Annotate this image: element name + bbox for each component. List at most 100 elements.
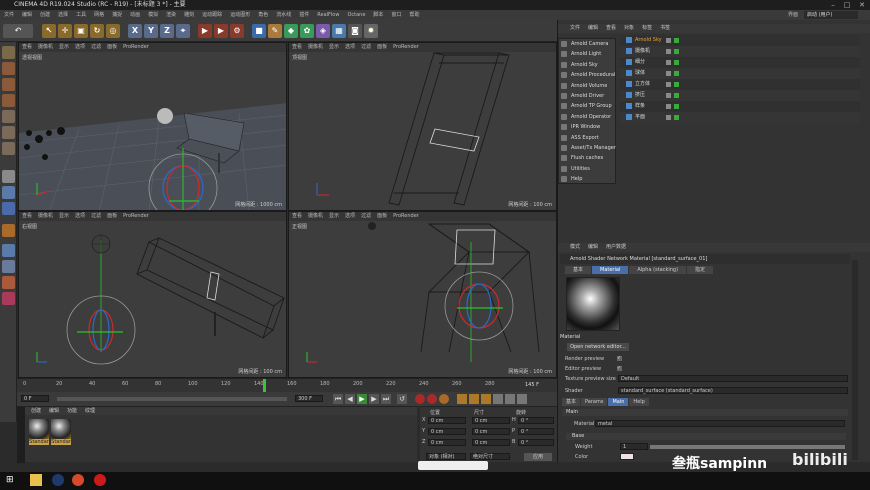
octane-icon[interactable]: [2, 292, 15, 305]
attribute-tab[interactable]: Alpha (stacking): [629, 266, 687, 274]
minimize-button[interactable]: –: [826, 0, 840, 10]
x-axis-lock-icon[interactable]: X: [128, 24, 142, 38]
arnold-menu-item[interactable]: Utilities: [559, 164, 617, 174]
object-menu-item[interactable]: 编辑: [584, 24, 602, 33]
render-preview-checkbox[interactable]: ✓: [617, 356, 622, 361]
position-field[interactable]: 0 cm: [428, 439, 466, 446]
menu-item[interactable]: 雕刻: [180, 10, 198, 20]
make-editable-icon[interactable]: [2, 46, 15, 59]
arnold-menu-item[interactable]: Arnold Driver: [559, 91, 617, 101]
base-section-header[interactable]: Base: [566, 433, 846, 440]
visibility-toggle-icon[interactable]: [666, 82, 671, 87]
menu-item[interactable]: 工具: [72, 10, 90, 20]
material-menu-item[interactable]: 纹理: [81, 407, 99, 415]
render-settings-icon[interactable]: ⚙: [230, 24, 244, 38]
arnold-icon[interactable]: [2, 276, 15, 289]
attribute-tab[interactable]: Material: [592, 266, 629, 274]
go-to-start-icon[interactable]: ⏮: [333, 394, 343, 404]
menu-item[interactable]: Octane: [343, 10, 369, 20]
object-row[interactable]: 立方体: [620, 79, 860, 90]
object-row[interactable]: 球体: [620, 68, 860, 79]
deformer-icon[interactable]: ◈: [316, 24, 330, 38]
size-field[interactable]: 0 cm: [472, 417, 510, 424]
arnold-menu-item[interactable]: Arnold Light: [559, 49, 617, 59]
z-axis-lock-icon[interactable]: Z: [160, 24, 174, 38]
menu-item[interactable]: RealFlow: [313, 10, 343, 20]
workplane-lock-icon[interactable]: [2, 260, 15, 273]
object-row[interactable]: Arnold Sky: [620, 35, 860, 46]
object-menu-item[interactable]: 标签: [638, 24, 656, 33]
workplane-icon[interactable]: [2, 94, 15, 107]
arnold-menu-item[interactable]: Arnold Volume: [559, 81, 617, 91]
arnold-menu-item[interactable]: Arnold Procedural: [559, 70, 617, 80]
texture-preview-dropdown[interactable]: Default: [618, 375, 848, 382]
record-icon[interactable]: [415, 394, 425, 404]
scale-icon[interactable]: ▣: [74, 24, 88, 38]
snap-icon[interactable]: [2, 202, 15, 215]
viewport-front[interactable]: 查看 摄像机 显示 选项 过滤 面板 ProRender 正视图 网格间距 : 100 cm: [288, 211, 557, 378]
close-button[interactable]: ✕: [855, 0, 869, 10]
shader-dropdown[interactable]: standard_surface (standard_surface): [618, 387, 848, 394]
shader-sub-tab[interactable]: Main: [608, 398, 629, 406]
rotation-field[interactable]: 0 °: [518, 417, 554, 424]
polygons-mode-icon[interactable]: [2, 142, 15, 155]
arnold-menu-item[interactable]: Flush caches: [559, 153, 617, 163]
menu-item[interactable]: 渲染: [162, 10, 180, 20]
arnold-menu-item[interactable]: Help: [559, 174, 617, 184]
coordinate-system-icon[interactable]: ⌖: [176, 24, 190, 38]
material-menu-item[interactable]: 功能: [63, 407, 81, 415]
timeline-menu-icon[interactable]: [517, 394, 527, 404]
enable-check-icon[interactable]: [674, 38, 679, 43]
enable-check-icon[interactable]: [674, 115, 679, 120]
menu-item[interactable]: 文件: [0, 10, 18, 20]
shader-sub-tab[interactable]: 基本: [562, 398, 581, 406]
render-view-icon[interactable]: ▶: [198, 24, 212, 38]
visibility-toggle-icon[interactable]: [666, 104, 671, 109]
arnold-menu-item[interactable]: IPR Window: [559, 122, 617, 132]
weight-field[interactable]: 1: [620, 443, 648, 450]
visibility-toggle-icon[interactable]: [666, 38, 671, 43]
subdivision-icon[interactable]: ◆: [284, 24, 298, 38]
array-icon[interactable]: ✿: [300, 24, 314, 38]
move-icon[interactable]: ✛: [58, 24, 72, 38]
tweak-mode-icon[interactable]: [2, 186, 15, 199]
arnold-menu-item[interactable]: Arnold Operator: [559, 112, 617, 122]
arnold-menu-item[interactable]: Arnold TP Group: [559, 101, 617, 111]
viewport-right[interactable]: 查看 摄像机 显示 选项 过滤 面板 ProRender 右视图 网格间距 : 100 cm: [18, 211, 287, 378]
light-icon[interactable]: ✹: [364, 24, 378, 38]
parameter-key-icon[interactable]: [493, 394, 503, 404]
pen-icon[interactable]: ✎: [268, 24, 282, 38]
arnold-menu-item[interactable]: Arnold Camera: [559, 39, 617, 49]
enable-check-icon[interactable]: [674, 93, 679, 98]
attribute-menu-item[interactable]: 用户数据: [602, 243, 630, 252]
color-swatch[interactable]: [620, 453, 634, 460]
object-menu-item[interactable]: 书签: [656, 24, 674, 33]
attribute-tab[interactable]: 指定: [687, 266, 714, 274]
rotation-field[interactable]: 0 °: [518, 439, 554, 446]
render-picture-icon[interactable]: ▶: [214, 24, 228, 38]
apply-button[interactable]: 应用: [524, 453, 552, 461]
object-row[interactable]: 样条: [620, 101, 860, 112]
attribute-menu-item[interactable]: 编辑: [584, 243, 602, 252]
menu-item[interactable]: 运动图形: [226, 10, 254, 20]
position-key-icon[interactable]: [457, 394, 467, 404]
size-mode-dropdown[interactable]: 绝对尺寸: [470, 453, 510, 460]
texture-mode-icon[interactable]: [2, 78, 15, 91]
viewport-top[interactable]: 查看 摄像机 显示 选项 过滤 面板 ProRender 顶视图 网格间距 : 100 cm: [288, 42, 557, 211]
menu-item[interactable]: 创建: [36, 10, 54, 20]
visibility-toggle-icon[interactable]: [666, 60, 671, 65]
model-mode-icon[interactable]: [2, 62, 15, 75]
menu-item[interactable]: 捕捉: [108, 10, 126, 20]
chrome-icon[interactable]: [72, 474, 84, 486]
viewport-perspective[interactable]: 查看 摄像机 显示 选项 过滤 面板 ProRender 透视视图 网格间距 : 1000 …: [18, 42, 287, 211]
y-axis-lock-icon[interactable]: Y: [144, 24, 158, 38]
menu-item[interactable]: 编辑: [18, 10, 36, 20]
edges-mode-icon[interactable]: [2, 126, 15, 139]
next-frame-icon[interactable]: ▶: [369, 394, 379, 404]
weight-slider[interactable]: [650, 445, 845, 449]
floor-icon[interactable]: ▦: [332, 24, 346, 38]
visibility-toggle-icon[interactable]: [666, 93, 671, 98]
rotate-icon[interactable]: ↻: [90, 24, 104, 38]
loop-icon[interactable]: ↺: [397, 394, 407, 404]
object-menu-item[interactable]: 查看: [602, 24, 620, 33]
